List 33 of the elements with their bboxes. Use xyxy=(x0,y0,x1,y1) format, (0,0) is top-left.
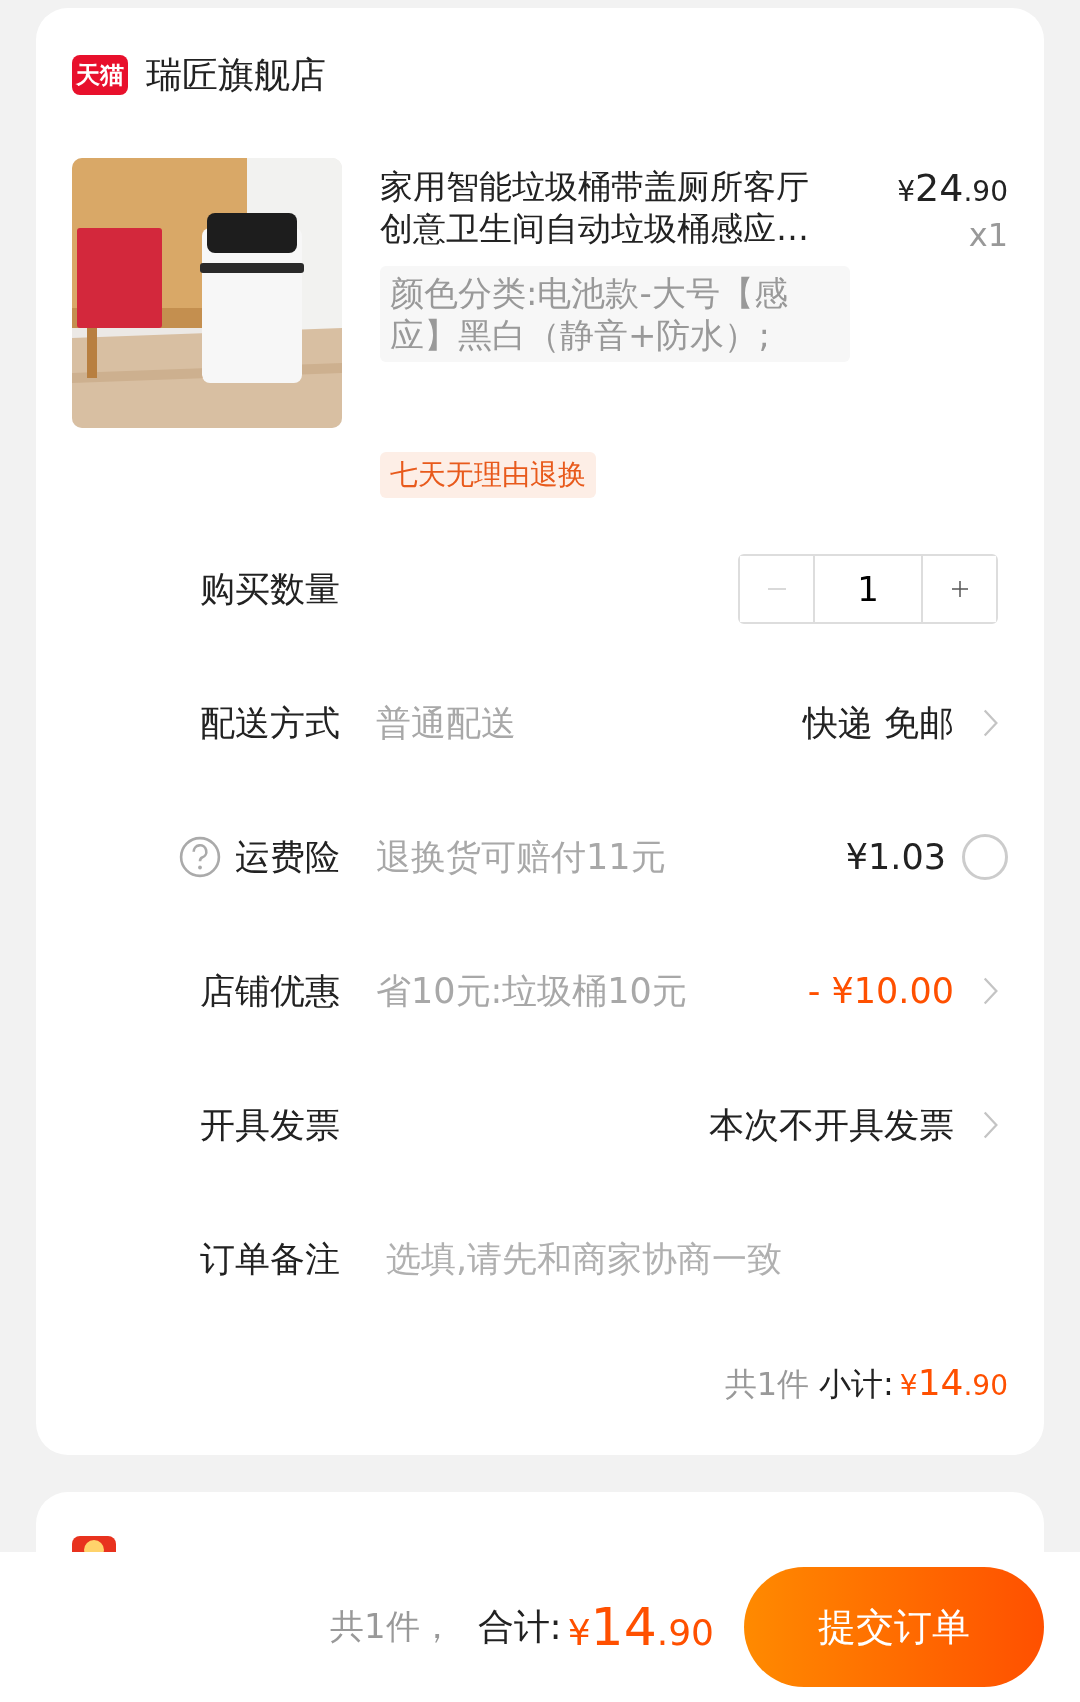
row-detail[interactable]: 本次不开具发票 xyxy=(709,1101,954,1149)
quantity-stepper[interactable]: 1 xyxy=(738,554,998,624)
chevron-icon[interactable] xyxy=(982,975,1000,1007)
minus-icon xyxy=(767,588,786,590)
row-label: 配送方式 xyxy=(200,701,340,745)
row-label: 运费险 xyxy=(235,835,340,879)
row-value: 退换货可赔付11元 xyxy=(376,835,666,879)
row-label: 开具发票 xyxy=(200,1103,340,1147)
row-value: 省10元:垃圾桶10元 xyxy=(376,969,687,1013)
quantity-text: x1 xyxy=(968,216,1008,254)
help-icon[interactable] xyxy=(179,836,221,878)
quantity-field[interactable]: 1 xyxy=(813,556,923,622)
radio-button[interactable] xyxy=(962,834,1008,880)
row-label: 店铺优惠 xyxy=(200,969,340,1013)
row-label: 购买数量 xyxy=(200,567,340,611)
product-price: ¥24.90 xyxy=(897,166,1008,210)
row-detail[interactable]: 快递 免邮 xyxy=(802,699,954,747)
insurance-price: ¥1.03 xyxy=(845,837,946,877)
plus-icon xyxy=(949,579,970,599)
store-logo: 天猫 xyxy=(72,55,128,95)
row-label: 订单备注 xyxy=(200,1237,340,1281)
subtotal-label: 小计: xyxy=(819,1364,894,1405)
total-price: ¥14.90 xyxy=(567,1597,714,1657)
subtotal-price: ¥14.90 xyxy=(899,1362,1008,1403)
chevron-icon[interactable] xyxy=(982,707,1000,739)
return-policy-tag: 七天无理由退换 xyxy=(380,452,596,498)
store-name[interactable]: 瑞匠旗舰店 xyxy=(146,50,326,100)
item-count: 共1件 xyxy=(724,1364,810,1405)
total-count: 共1件， xyxy=(329,1605,454,1648)
chevron-icon[interactable] xyxy=(982,1109,1000,1141)
total-label: 合计: xyxy=(477,1604,562,1649)
row-value: 普通配送 xyxy=(376,701,516,745)
product-title[interactable]: 家用智能垃圾桶带盖厕所客厅创意卫生间自动垃圾桶感应… xyxy=(380,166,830,254)
